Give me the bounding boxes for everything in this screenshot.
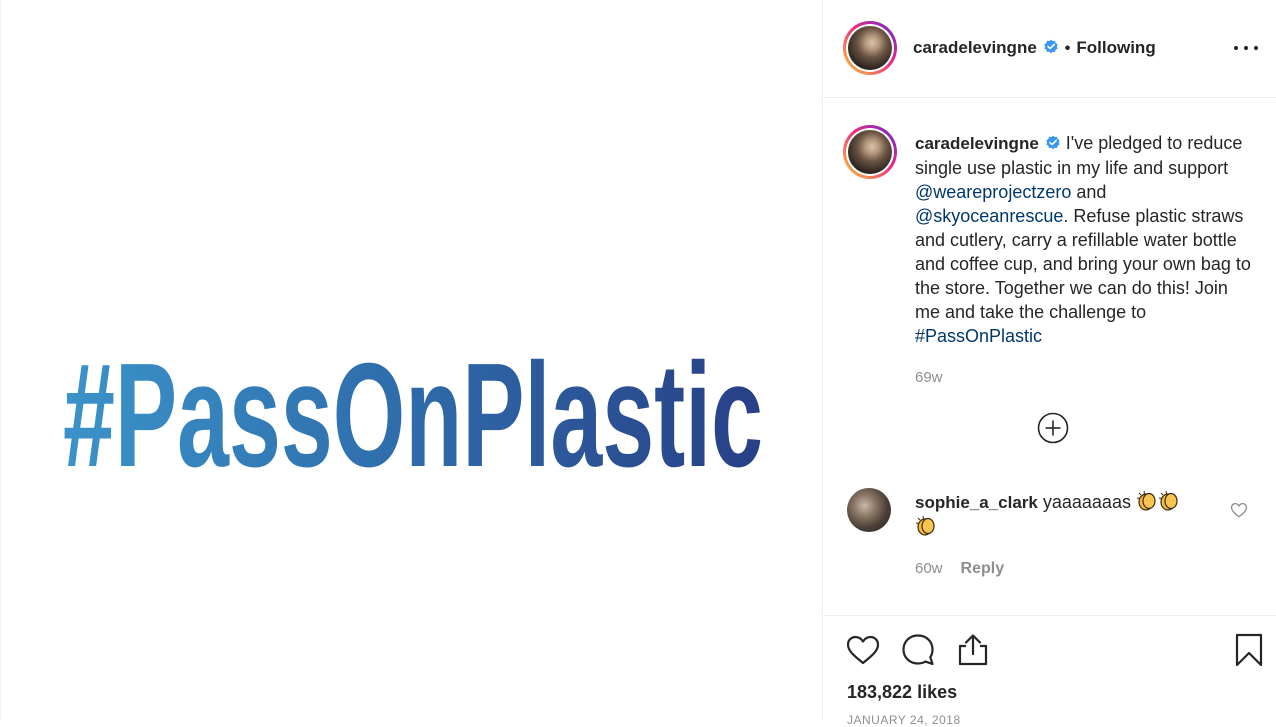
header-separator: • [1064,40,1071,57]
comment-bubble-icon[interactable] [900,632,936,668]
caption-timestamp[interactable]: 69w [915,369,943,386]
author-avatar[interactable] [843,21,897,75]
reply-button[interactable]: Reply [961,560,1005,577]
plus-circle-icon[interactable] [1037,412,1069,444]
caption-verified-badge-icon [1046,135,1060,150]
comments-list[interactable]: caradelevingne I've pledged to reduce si… [823,98,1276,615]
comment-timestamp[interactable]: 60w [915,560,943,577]
header-username[interactable]: caradelevingne [913,38,1037,57]
commenter-username[interactable]: sophie_a_clark [915,493,1038,512]
post-side-panel: caradelevingne • Following caradelevingne… [822,0,1276,727]
hashtag-passonplastic[interactable]: #PassOnPlastic [915,326,1042,346]
post-image-graphic: #PassOnPlastic [63,333,763,498]
like-comment-heart-icon[interactable] [1230,501,1248,519]
clapping-hands-icon [915,515,935,536]
more-horizontal-icon [1234,46,1238,50]
post-caption: caradelevingne I've pledged to reduce si… [915,131,1255,390]
header-user-line: caradelevingne • Following [913,38,1156,58]
share-icon[interactable] [955,632,991,668]
comment-item: sophie_a_clark yaaaaaaas 60w Reply [915,490,1215,581]
clapping-hands-icon [1136,490,1156,511]
post-date[interactable]: JANUARY 24, 2018 [847,713,961,727]
likes-count[interactable]: 183,822 likes [847,682,957,703]
post-header: caradelevingne • Following [823,0,1276,98]
like-heart-icon[interactable] [845,632,881,668]
mention-skyoceanrescue[interactable]: @skyoceanrescue [915,206,1063,226]
mention-weareprojectzero[interactable]: @weareprojectzero [915,182,1071,202]
caption-author-avatar[interactable] [843,125,897,179]
commenter-avatar[interactable] [847,488,891,532]
caption-username[interactable]: caradelevingne [915,134,1039,153]
post-actions: 183,822 likes JANUARY 24, 2018 [823,615,1276,727]
post-image[interactable]: #PassOnPlastic [0,0,822,721]
author-avatar-photo [848,26,892,70]
caption-text-2: and [1076,182,1107,202]
following-button[interactable]: Following [1076,38,1155,57]
clapping-hands-icon [1158,490,1178,511]
comment-text: yaaaaaaas [1042,492,1131,512]
verified-badge-icon [1044,39,1058,54]
caption-author-avatar-photo [848,130,892,174]
save-bookmark-icon[interactable] [1231,632,1267,668]
post-hashtag-text: #PassOnPlastic [63,333,763,498]
more-options-button[interactable] [1234,38,1260,58]
